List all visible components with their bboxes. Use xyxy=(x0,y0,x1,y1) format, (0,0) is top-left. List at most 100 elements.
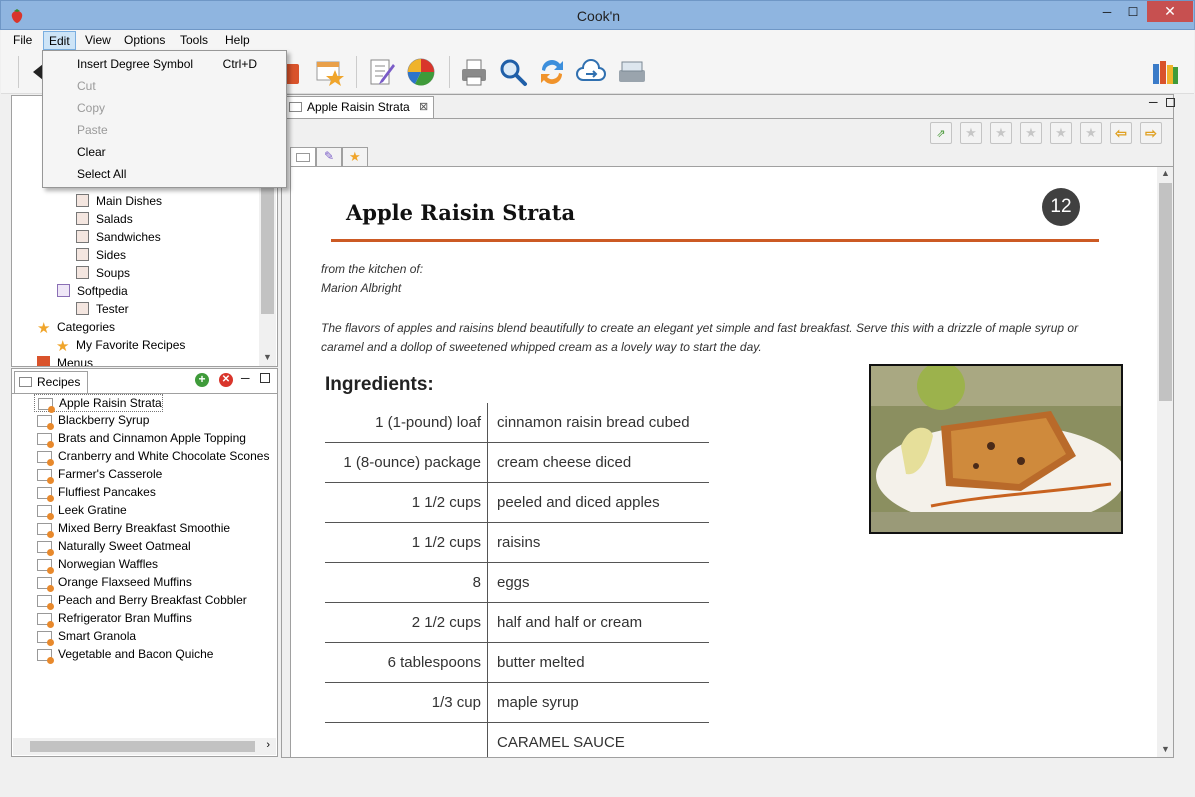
tree-item-tester[interactable]: Tester xyxy=(76,300,129,318)
list-item[interactable]: Leek Gratine xyxy=(34,502,127,520)
tree-item-soups[interactable]: Soups xyxy=(76,264,130,282)
minimize-button[interactable]: ─ xyxy=(1094,1,1120,22)
list-item[interactable]: Farmer's Casserole xyxy=(34,466,162,484)
star-icon: ★ xyxy=(1085,125,1097,140)
close-button[interactable]: ✕ xyxy=(1147,1,1193,22)
minimize-panel-icon[interactable]: ─ xyxy=(1149,95,1158,109)
favorites-star-icon[interactable] xyxy=(313,56,345,88)
list-item[interactable]: Norwegian Waffles xyxy=(34,556,158,574)
add-recipe-icon[interactable]: + xyxy=(195,373,209,387)
tab-view-recipe[interactable] xyxy=(290,147,316,167)
previous-recipe-button[interactable]: ⇦ xyxy=(1110,122,1132,144)
list-item[interactable]: Peach and Berry Breakfast Cobbler xyxy=(34,592,247,610)
delete-recipe-icon[interactable]: ✕ xyxy=(219,373,233,387)
recipes-hscrollbar-thumb[interactable] xyxy=(30,741,255,752)
chevron-right-icon[interactable]: › xyxy=(266,739,270,751)
tree-item-main-dishes[interactable]: Main Dishes xyxy=(76,192,162,210)
recipe-card-icon xyxy=(37,649,54,664)
maximize-panel-icon[interactable] xyxy=(1166,98,1175,107)
maximize-button[interactable]: ☐ xyxy=(1120,1,1146,22)
list-item[interactable]: Naturally Sweet Oatmeal xyxy=(34,538,191,556)
sync-icon[interactable] xyxy=(536,56,568,88)
tree-item-my-favorite-recipes[interactable]: ★ My Favorite Recipes xyxy=(56,336,185,354)
scanner-icon[interactable] xyxy=(616,56,648,88)
list-item[interactable]: Orange Flaxseed Muffins xyxy=(34,574,192,592)
rating-star-1[interactable]: ★ xyxy=(960,122,982,144)
close-tab-icon[interactable]: ⊠ xyxy=(419,97,428,117)
tree-item-categories[interactable]: ★ Categories xyxy=(37,318,115,336)
rating-star-3[interactable]: ★ xyxy=(1020,122,1042,144)
ingredient-name: maple syrup xyxy=(497,694,579,711)
ingredient-name: peeled and diced apples xyxy=(497,494,660,511)
recipes-panel: Recipes + ✕ ─ Apple Raisin Strata Blackb… xyxy=(11,368,278,757)
minimize-panel-icon[interactable]: ─ xyxy=(241,371,251,385)
menu-item-copy[interactable]: Copy xyxy=(77,98,277,118)
tree-scrollbar-thumb[interactable] xyxy=(261,184,274,314)
column-divider xyxy=(487,603,488,642)
tab-categories[interactable]: ★ xyxy=(342,147,368,167)
tree-item-sandwiches[interactable]: Sandwiches xyxy=(76,228,161,246)
recipe-card-icon xyxy=(296,153,310,162)
list-item[interactable]: Smart Granola xyxy=(34,628,136,646)
cloud-transfer-icon[interactable] xyxy=(575,56,607,88)
rating-star-5[interactable]: ★ xyxy=(1080,122,1102,144)
recipe-card-icon xyxy=(37,559,54,574)
menu-item-insert-degree-symbol[interactable]: Insert Degree Symbol Ctrl+D xyxy=(77,54,277,74)
search-icon[interactable] xyxy=(497,56,529,88)
table-row: 6 tablespoons butter melted xyxy=(325,643,709,683)
recipes-hscrollbar[interactable]: › xyxy=(13,738,276,755)
chevron-up-icon[interactable]: ▲ xyxy=(1161,168,1170,178)
document-scrollbar-thumb[interactable] xyxy=(1159,183,1172,401)
list-item[interactable]: Brats and Cinnamon Apple Topping xyxy=(34,430,246,448)
share-button[interactable]: ⇗ xyxy=(930,122,952,144)
menu-item-paste[interactable]: Paste xyxy=(77,120,277,140)
recipe-card-icon xyxy=(37,433,54,448)
tree-item-menus[interactable]: Menus xyxy=(37,354,93,366)
list-item[interactable]: Apple Raisin Strata xyxy=(34,394,163,413)
tree-item-salads[interactable]: Salads xyxy=(76,210,133,228)
nutrition-chart-icon[interactable] xyxy=(405,56,437,88)
list-item[interactable]: Cranberry and White Chocolate Scones xyxy=(34,448,269,466)
menu-item-select-all[interactable]: Select All xyxy=(77,164,277,184)
menu-options[interactable]: Options xyxy=(119,31,170,50)
edit-recipe-icon[interactable] xyxy=(365,56,397,88)
list-item[interactable]: Fluffiest Pancakes xyxy=(34,484,156,502)
toolbar-separator xyxy=(356,56,357,88)
list-item[interactable]: Blackberry Syrup xyxy=(34,412,149,430)
menu-file[interactable]: File xyxy=(8,31,37,50)
tab-edit-recipe[interactable]: ✎ xyxy=(316,147,342,167)
library-books-icon[interactable] xyxy=(1149,56,1181,88)
ingredients-table: 1 (1-pound) loaf cinnamon raisin bread cu… xyxy=(325,403,709,757)
tree-item-softpedia[interactable]: Softpedia xyxy=(57,282,128,300)
table-row: 8 eggs xyxy=(325,563,709,603)
menu-help[interactable]: Help xyxy=(220,31,255,50)
recipe-description: The flavors of apples and raisins blend … xyxy=(321,321,1079,354)
list-item[interactable]: Mixed Berry Breakfast Smoothie xyxy=(34,520,230,538)
chevron-down-icon[interactable]: ▼ xyxy=(1161,744,1170,754)
list-item[interactable]: Vegetable and Bacon Quiche xyxy=(34,646,213,664)
menu-item-clear[interactable]: Clear xyxy=(77,142,277,162)
rating-star-4[interactable]: ★ xyxy=(1050,122,1072,144)
ingredient-quantity xyxy=(325,723,481,757)
rating-star-2[interactable]: ★ xyxy=(990,122,1012,144)
tree-scrollbar[interactable]: ▼ xyxy=(259,182,276,366)
menu-item-cut[interactable]: Cut xyxy=(77,76,277,96)
maximize-panel-icon[interactable] xyxy=(260,373,270,383)
menu-view[interactable]: View xyxy=(80,31,116,50)
column-divider xyxy=(487,483,488,522)
recipe-card-icon xyxy=(37,451,54,466)
document-scrollbar[interactable]: ▲ ▼ xyxy=(1157,167,1173,757)
menu-tools[interactable]: Tools xyxy=(175,31,213,50)
tab-recipes[interactable]: Recipes xyxy=(14,371,88,393)
edit-menu-dropdown: Insert Degree Symbol Ctrl+D Cut Copy Pas… xyxy=(42,50,287,188)
chevron-down-icon[interactable]: ▼ xyxy=(263,352,272,362)
next-recipe-button[interactable]: ⇨ xyxy=(1140,122,1162,144)
list-item[interactable]: Refrigerator Bran Muffins xyxy=(34,610,192,628)
menu-edit[interactable]: Edit xyxy=(43,31,76,50)
print-icon[interactable] xyxy=(458,56,490,88)
column-divider xyxy=(487,563,488,602)
tab-apple-raisin-strata[interactable]: Apple Raisin Strata ⊠ xyxy=(284,96,434,118)
window-titlebar: Cook'n ─ ☐ ✕ xyxy=(0,0,1195,30)
ingredient-name: eggs xyxy=(497,574,530,591)
tree-item-sides[interactable]: Sides xyxy=(76,246,126,264)
